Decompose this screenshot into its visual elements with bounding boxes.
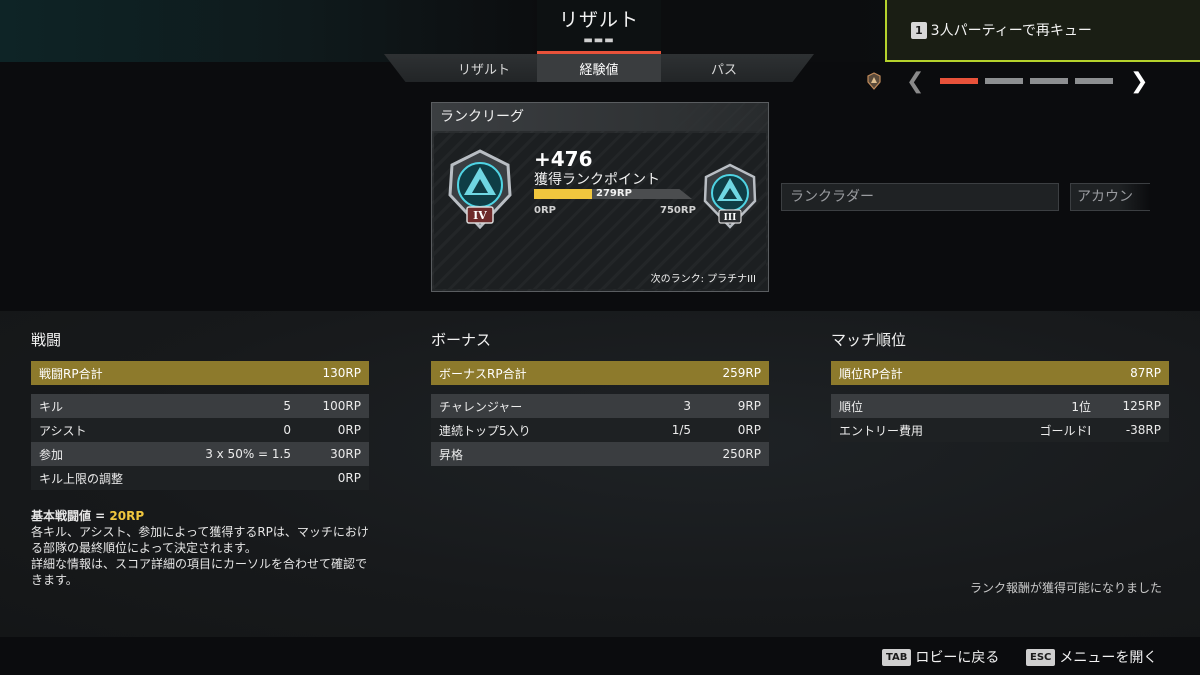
tab-key: TAB: [882, 648, 912, 666]
note-line-1: 各キル、アシスト、参加によって獲得するRPは、マッチにおける部隊の最終順位によっ…: [31, 525, 369, 555]
row-count: 3: [683, 399, 691, 413]
combat-note: 基本戦闘値 = 20RP 各キル、アシスト、参加によって獲得するRPは、マッチに…: [31, 508, 376, 588]
table-row[interactable]: 順位 1位 125RP: [831, 394, 1169, 418]
table-row[interactable]: 連続トップ5入り 1/5 0RP: [431, 418, 769, 442]
row-label: キル上限の調整: [39, 471, 124, 486]
base-combat-label: 基本戦闘値 =: [31, 509, 110, 523]
footer-bar: [0, 637, 1200, 675]
esc-key: ESC: [1026, 648, 1056, 666]
page-title-tab: リザルト ▬▬▬: [537, 0, 661, 54]
rank-card-body: IV +476 獲得ランクポイント 279RP 0RP 750RP III 次の…: [434, 133, 766, 289]
rank-ladder-button[interactable]: ランクラダー: [781, 183, 1059, 211]
rp-current: 279RP: [596, 188, 632, 199]
next-tier-label: III: [724, 213, 737, 223]
rank-card-title: ランクリーグ: [432, 103, 768, 131]
row-rp: 9RP: [737, 399, 761, 413]
table-row[interactable]: 昇格 250RP: [431, 442, 769, 466]
rp-gain-label: 獲得ランクポイント: [534, 172, 660, 188]
table-row[interactable]: チャレンジャー 3 9RP: [431, 394, 769, 418]
next-rank-badge-icon: III: [703, 163, 757, 229]
combat-section: 戦闘 戦闘RP合計 130RP キル 5 100RP アシスト 0 0RP 参加…: [31, 329, 369, 490]
account-button[interactable]: アカウン: [1070, 183, 1150, 211]
row-rp: 0RP: [737, 423, 761, 437]
base-combat-value: 基本戦闘値 = 20RP: [31, 508, 376, 524]
table-row[interactable]: キル 5 100RP: [31, 394, 369, 418]
placement-total-row[interactable]: 順位RP合計 87RP: [831, 361, 1169, 385]
page-indicator-bar[interactable]: [985, 78, 1023, 84]
row-rp: 100RP: [322, 399, 361, 413]
rank-badge-icon: IV: [448, 149, 512, 229]
bonus-total-value: 259RP: [722, 366, 761, 380]
row-rp: -38RP: [1125, 423, 1161, 437]
rp-max: 750RP: [660, 205, 696, 216]
back-to-lobby-label: ロビーに戻る: [915, 650, 1000, 666]
row-label: 順位: [839, 399, 864, 414]
table-row[interactable]: キル上限の調整 0RP: [31, 466, 369, 490]
page-indicator-bar[interactable]: [1030, 78, 1068, 84]
title-decoration: ▬▬▬: [583, 35, 615, 46]
rank-league-card: ランクリーグ IV +476 獲得ランクポイント 279RP 0RP 750RP…: [431, 102, 769, 292]
table-row[interactable]: アシスト 0 0RP: [31, 418, 369, 442]
combat-title: 戦闘: [31, 331, 62, 349]
row-count: 1/5: [671, 423, 691, 437]
note-line-2: 詳細な情報は、スコア詳細の項目にカーソルを合わせて確認できます。: [31, 557, 368, 587]
row-count: 0: [283, 423, 291, 437]
current-tier-label: IV: [473, 209, 487, 222]
row-rp: 0RP: [337, 471, 361, 485]
bonus-total-row[interactable]: ボーナスRP合計 259RP: [431, 361, 769, 385]
row-label: キル: [39, 399, 64, 414]
requeue-button[interactable]: 1 3人パーティーで再キュー: [885, 0, 1200, 62]
row-count: 3 x 50% = 1.5: [205, 447, 291, 461]
page-indicator-bar[interactable]: [1075, 78, 1113, 84]
row-count: ゴールドI: [1039, 423, 1091, 438]
next-rank-text: 次のランク: プラチナIII: [650, 274, 756, 285]
bonus-section: ボーナス ボーナスRP合計 259RP チャレンジャー 3 9RP 連続トップ5…: [431, 329, 769, 466]
chevron-left-icon[interactable]: ❮: [906, 69, 924, 94]
combat-total-value: 130RP: [322, 366, 361, 380]
table-row[interactable]: 参加 3 x 50% = 1.5 30RP: [31, 442, 369, 466]
rp-min: 0RP: [534, 205, 556, 216]
back-to-lobby-hint[interactable]: TAB ロビーに戻る: [882, 647, 999, 667]
row-label: 連続トップ5入り: [439, 423, 531, 438]
tab-result[interactable]: リザルト: [432, 54, 536, 82]
placement-total-label: 順位RP合計: [839, 366, 903, 381]
base-combat-rp: 20RP: [109, 509, 145, 523]
open-menu-label: メニューを開く: [1059, 650, 1158, 666]
row-count: 1位: [1071, 399, 1091, 414]
rp-gain: +476: [534, 147, 593, 171]
placement-total-value: 87RP: [1130, 366, 1161, 380]
combat-total-row[interactable]: 戦闘RP合計 130RP: [31, 361, 369, 385]
row-label: アシスト: [39, 423, 87, 438]
row-rp: 30RP: [330, 447, 361, 461]
open-menu-hint[interactable]: ESC メニューを開く: [1026, 647, 1157, 667]
row-rp: 125RP: [1122, 399, 1161, 413]
row-label: エントリー費用: [839, 423, 924, 438]
requeue-key: 1: [911, 21, 927, 39]
bonus-title: ボーナス: [431, 331, 492, 349]
table-row[interactable]: エントリー費用 ゴールドI -38RP: [831, 418, 1169, 442]
tab-pass[interactable]: パス: [662, 54, 786, 82]
row-rp: 0RP: [337, 423, 361, 437]
chevron-right-icon[interactable]: ❯: [1130, 69, 1148, 94]
requeue-label: 3人パーティーで再キュー: [930, 23, 1092, 39]
row-label: チャレンジャー: [439, 399, 523, 414]
subtab-bar: リザルト 経験値 パス: [384, 54, 814, 82]
row-count: 5: [283, 399, 291, 413]
bonus-total-label: ボーナスRP合計: [439, 366, 527, 381]
row-rp: 250RP: [722, 447, 761, 461]
reward-notice: ランク報酬が獲得可能になりました: [969, 581, 1162, 595]
rp-progress-fill: [534, 189, 593, 199]
rank-emblem-icon: [867, 72, 881, 90]
combat-total-label: 戦闘RP合計: [39, 366, 103, 381]
placement-section: マッチ順位 順位RP合計 87RP 順位 1位 125RP エントリー費用 ゴー…: [831, 329, 1169, 442]
row-label: 参加: [39, 447, 64, 462]
row-label: 昇格: [439, 447, 464, 462]
placement-title: マッチ順位: [831, 331, 907, 349]
tab-experience[interactable]: 経験値: [537, 54, 661, 82]
page-indicator-bar[interactable]: [940, 78, 978, 84]
page-title: リザルト: [558, 9, 639, 31]
